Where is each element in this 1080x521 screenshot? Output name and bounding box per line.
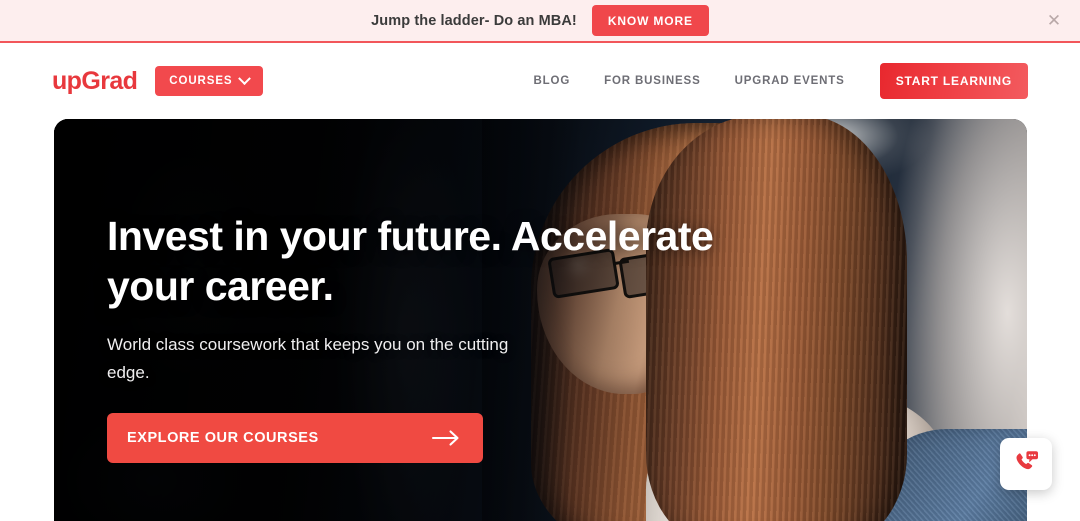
courses-button-label: COURSES xyxy=(169,75,233,87)
nav-right-group: BLOG FOR BUSINESS UPGRAD EVENTS START LE… xyxy=(534,63,1028,99)
know-more-button[interactable]: KNOW MORE xyxy=(591,5,709,36)
promo-message: Jump the ladder- Do an MBA! xyxy=(371,12,577,29)
hero-card: Invest in your future. Accelerate your c… xyxy=(54,119,1027,521)
courses-dropdown-button[interactable]: COURSES xyxy=(155,66,264,96)
phone-chat-icon xyxy=(1010,446,1042,483)
nav-left-group: upGrad COURSES xyxy=(52,66,264,96)
nav-link-upgrad-events[interactable]: UPGRAD EVENTS xyxy=(735,75,845,87)
hero-content: Invest in your future. Accelerate your c… xyxy=(107,211,747,464)
hero-subtitle: World class coursework that keeps you on… xyxy=(107,335,509,382)
hero-title: Invest in your future. Accelerate your c… xyxy=(107,211,747,311)
explore-our-courses-button[interactable]: EXPLORE OUR COURSES xyxy=(107,413,483,464)
hero-section: Invest in your future. Accelerate your c… xyxy=(0,119,1080,521)
nav-link-for-business[interactable]: FOR BUSINESS xyxy=(604,75,700,87)
nav-link-blog[interactable]: BLOG xyxy=(534,75,571,87)
promo-banner-content: Jump the ladder- Do an MBA! KNOW MORE xyxy=(371,5,709,36)
main-navigation: upGrad COURSES BLOG FOR BUSINESS UPGRAD … xyxy=(0,43,1080,119)
start-learning-button[interactable]: START LEARNING xyxy=(879,63,1028,99)
arrow-right-icon xyxy=(431,429,461,447)
close-icon[interactable]: ✕ xyxy=(1041,8,1067,34)
hero-title-line-1: Invest in your future. Accelerate xyxy=(107,213,714,259)
chat-support-widget[interactable] xyxy=(1000,438,1052,490)
explore-button-label: EXPLORE OUR COURSES xyxy=(127,430,319,447)
upgrad-logo[interactable]: upGrad xyxy=(52,68,138,94)
promo-banner: Jump the ladder- Do an MBA! KNOW MORE ✕ xyxy=(0,0,1080,43)
hero-title-line-2: your career. xyxy=(107,263,334,310)
chevron-down-icon xyxy=(238,71,252,85)
